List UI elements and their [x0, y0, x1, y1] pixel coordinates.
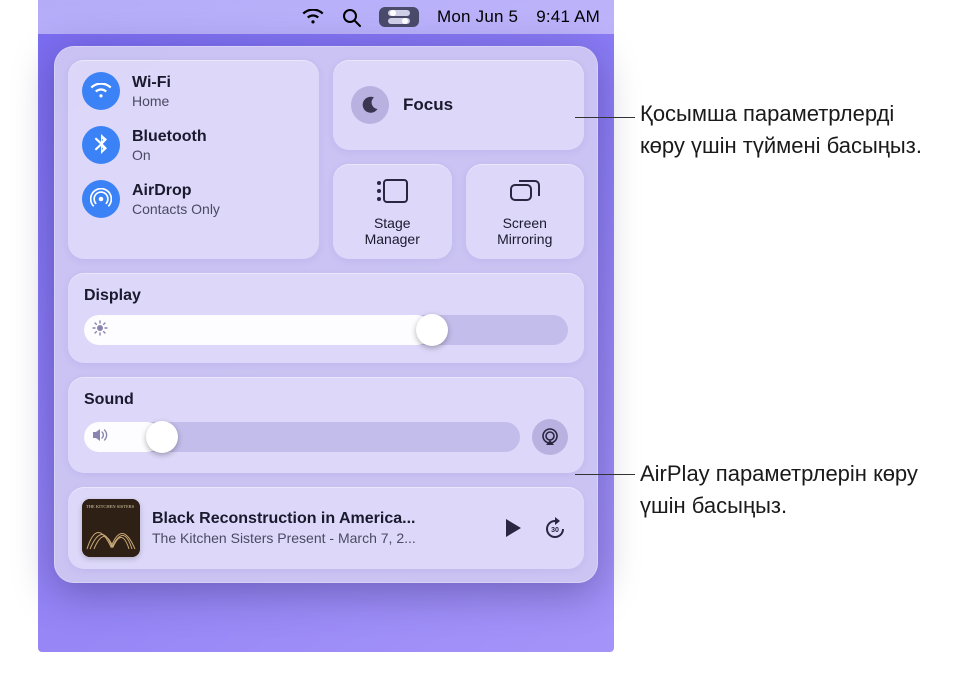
- airdrop-icon: [82, 180, 120, 218]
- sound-tile: Sound: [68, 377, 584, 473]
- callout-line: [575, 117, 635, 118]
- bluetooth-subtitle: On: [132, 147, 207, 163]
- svg-text:30: 30: [551, 527, 559, 534]
- display-tile: Display: [68, 273, 584, 363]
- wifi-subtitle: Home: [132, 93, 171, 109]
- stage-manager-tile[interactable]: Stage Manager: [333, 164, 452, 259]
- bluetooth-toggle[interactable]: Bluetooth On: [82, 126, 305, 164]
- now-playing-artwork: THE KITCHEN SISTERS: [82, 499, 140, 557]
- sound-slider-thumb[interactable]: [146, 421, 178, 453]
- display-heading: Display: [84, 287, 568, 305]
- wifi-icon: [82, 72, 120, 110]
- display-slider[interactable]: [84, 315, 568, 345]
- airplay-callout-text: AirPlay параметрлерін көру үшін басыңыз.: [640, 458, 940, 522]
- focus-title: Focus: [403, 95, 453, 115]
- menubar-time[interactable]: 9:41 AM: [536, 7, 600, 27]
- menubar-date[interactable]: Mon Jun 5: [437, 7, 518, 27]
- menu-bar: Mon Jun 5 9:41 AM: [38, 0, 614, 34]
- control-center-panel: Wi-Fi Home Bluetooth On: [54, 46, 598, 583]
- speaker-icon: [92, 428, 110, 447]
- airdrop-title: AirDrop: [132, 182, 220, 200]
- moon-icon: [351, 86, 389, 124]
- callout-line: [575, 474, 635, 475]
- svg-text:THE KITCHEN SISTERS: THE KITCHEN SISTERS: [86, 504, 135, 509]
- focus-tile[interactable]: Focus: [333, 60, 584, 150]
- now-playing-subtitle: The Kitchen Sisters Present - March 7, 2…: [152, 530, 486, 546]
- display-slider-thumb[interactable]: [416, 314, 448, 346]
- sound-heading: Sound: [84, 391, 568, 409]
- airplay-audio-button[interactable]: [532, 419, 568, 455]
- wifi-title: Wi-Fi: [132, 74, 171, 92]
- screen-mirroring-label: Screen Mirroring: [497, 215, 552, 247]
- play-button[interactable]: [498, 513, 528, 543]
- airdrop-toggle[interactable]: AirDrop Contacts Only: [82, 180, 305, 218]
- control-center-menu-icon[interactable]: [379, 7, 419, 27]
- spotlight-icon[interactable]: [342, 8, 361, 27]
- bluetooth-title: Bluetooth: [132, 128, 207, 146]
- now-playing-title: Black Reconstruction in America...: [152, 510, 486, 528]
- skip-forward-30-button[interactable]: 30: [540, 513, 570, 543]
- mac-desktop-region: Mon Jun 5 9:41 AM Wi-Fi Home: [38, 0, 614, 652]
- focus-callout-text: Қосымша параметрлерді көру үшін түймені …: [640, 98, 940, 162]
- wifi-toggle[interactable]: Wi-Fi Home: [82, 72, 305, 110]
- screen-mirroring-icon: [509, 178, 541, 209]
- brightness-icon: [92, 320, 108, 341]
- airdrop-subtitle: Contacts Only: [132, 201, 220, 217]
- now-playing-tile[interactable]: THE KITCHEN SISTERS Black Reconstruction…: [68, 487, 584, 569]
- stage-manager-icon: [375, 178, 409, 209]
- sound-slider[interactable]: [84, 422, 520, 452]
- screen-mirroring-tile[interactable]: Screen Mirroring: [466, 164, 585, 259]
- stage-manager-label: Stage Manager: [365, 215, 420, 247]
- bluetooth-icon: [82, 126, 120, 164]
- wifi-menu-icon[interactable]: [302, 9, 324, 25]
- connectivity-tile: Wi-Fi Home Bluetooth On: [68, 60, 319, 259]
